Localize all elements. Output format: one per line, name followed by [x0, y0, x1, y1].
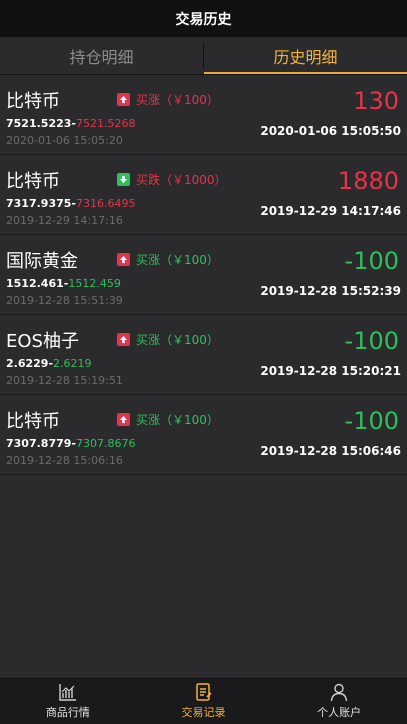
profit-value: -100 — [344, 407, 399, 435]
asset-name: 比特币 — [6, 91, 60, 112]
arrow-up-icon — [117, 93, 130, 106]
nav-label: 交易记录 — [181, 706, 226, 719]
open-time: 2019-12-29 14:17:16 — [6, 214, 123, 227]
arrow-up-icon — [117, 413, 130, 426]
profit-value: -100 — [344, 247, 399, 275]
tab-bar: 持仓明细 历史明细 — [0, 37, 407, 75]
arrow-up-icon — [117, 333, 130, 346]
app-root: 交易历史 持仓明细 历史明细 比特币 买涨（￥100） 7521.5223-75… — [0, 0, 407, 724]
price-range: 2.6229-2.6219 — [6, 357, 92, 370]
close-time: 2020-01-06 15:05:50 — [260, 124, 401, 138]
asset-name: 比特币 — [6, 171, 60, 192]
trade-direction: 买涨（￥100） — [117, 251, 219, 268]
history-row[interactable]: 比特币 买跌（￥1000） 7317.9375-7316.6495 2019-1… — [0, 155, 407, 235]
open-price: 1512.461 — [6, 277, 64, 290]
close-time: 2019-12-28 15:52:39 — [260, 284, 401, 298]
history-row[interactable]: 国际黄金 买涨（￥100） 1512.461-1512.459 2019-12-… — [0, 235, 407, 315]
nav-records[interactable]: 交易记录 — [136, 679, 272, 724]
history-row[interactable]: 比特币 买涨（￥100） 7521.5223-7521.5268 2020-01… — [0, 75, 407, 155]
close-price: 7307.8676 — [76, 437, 136, 450]
direction-label: 买涨（￥100） — [136, 253, 219, 267]
open-price: 7317.9375 — [6, 197, 72, 210]
bottom-nav: 商品行情 交易记录 个人账户 — [0, 678, 407, 724]
user-icon — [330, 683, 348, 702]
page-title: 交易历史 — [175, 11, 232, 28]
chart-icon — [59, 684, 76, 701]
direction-label: 买涨（￥100） — [136, 413, 219, 427]
document-icon — [195, 683, 212, 701]
price-range: 7317.9375-7316.6495 — [6, 197, 136, 210]
profit-value: 130 — [353, 87, 399, 115]
asset-name: 国际黄金 — [6, 251, 78, 272]
open-time: 2019-12-28 15:19:51 — [6, 374, 123, 387]
nav-market[interactable]: 商品行情 — [0, 679, 136, 724]
close-price: 7521.5268 — [76, 117, 136, 130]
arrow-up-icon — [117, 253, 130, 266]
price-range: 7307.8779-7307.8676 — [6, 437, 136, 450]
open-time: 2019-12-28 15:51:39 — [6, 294, 123, 307]
direction-label: 买涨（￥100） — [136, 93, 219, 107]
asset-name: 比特币 — [6, 411, 60, 432]
trade-direction: 买涨（￥100） — [117, 91, 219, 108]
open-price: 7521.5223 — [6, 117, 72, 130]
asset-name: EOS柚子 — [6, 331, 79, 352]
history-list: 比特币 买涨（￥100） 7521.5223-7521.5268 2020-01… — [0, 75, 407, 475]
history-row[interactable]: EOS柚子 买涨（￥100） 2.6229-2.6219 2019-12-28 … — [0, 315, 407, 395]
nav-label: 个人账户 — [317, 706, 362, 719]
close-time: 2019-12-28 15:20:21 — [260, 364, 401, 378]
open-price: 2.6229 — [6, 357, 49, 370]
arrow-down-icon — [117, 173, 130, 186]
open-time: 2019-12-28 15:06:16 — [6, 454, 123, 467]
price-range: 7521.5223-7521.5268 — [6, 117, 136, 130]
tab-holdings[interactable]: 持仓明细 — [0, 37, 203, 74]
nav-label: 商品行情 — [45, 706, 90, 719]
open-time: 2020-01-06 15:05:20 — [6, 134, 123, 147]
close-price: 2.6219 — [53, 357, 92, 370]
direction-label: 买涨（￥100） — [136, 333, 219, 347]
tab-history[interactable]: 历史明细 — [204, 37, 407, 74]
nav-account[interactable]: 个人账户 — [271, 679, 407, 724]
page-header: 交易历史 — [0, 0, 407, 37]
open-price: 7307.8779 — [6, 437, 72, 450]
profit-value: 1880 — [337, 167, 399, 195]
price-range: 1512.461-1512.459 — [6, 277, 121, 290]
close-time: 2019-12-29 14:17:46 — [260, 204, 401, 218]
close-price: 7316.6495 — [76, 197, 136, 210]
close-time: 2019-12-28 15:06:46 — [260, 444, 401, 458]
trade-direction: 买涨（￥100） — [117, 331, 219, 348]
trade-direction: 买跌（￥1000） — [117, 171, 227, 188]
direction-label: 买跌（￥1000） — [136, 173, 227, 187]
close-price: 1512.459 — [68, 277, 121, 290]
profit-value: -100 — [344, 327, 399, 355]
history-row[interactable]: 比特币 买涨（￥100） 7307.8779-7307.8676 2019-12… — [0, 395, 407, 475]
trade-direction: 买涨（￥100） — [117, 411, 219, 428]
